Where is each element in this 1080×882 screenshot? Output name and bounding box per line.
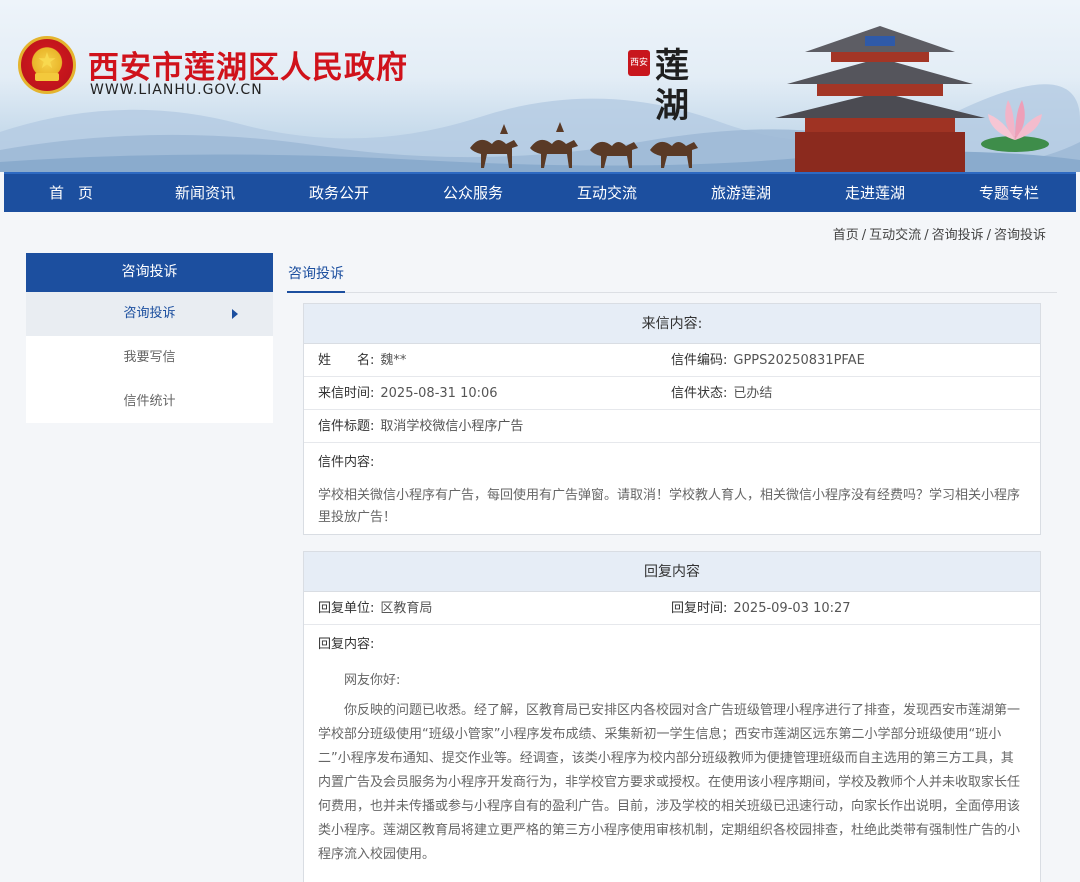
letter-time-label: 来信时间: (318, 386, 375, 401)
reply-content-label: 回复内容: (318, 637, 375, 652)
nav-item-interaction[interactable]: 互动交流 (540, 174, 674, 212)
sidebar-item-label: 咨询投诉 (123, 306, 176, 321)
site-banner: ★ 西安市莲湖区人民政府 WWW.LIANHU.GOV.CN 西安 莲湖 (0, 0, 1080, 172)
status-value: 已办结 (733, 386, 773, 401)
site-url: WWW.LIANHU.GOV.CN (90, 82, 263, 98)
content-tabbar: 咨询投诉 (287, 253, 1057, 293)
nav-item-home[interactable]: 首页 (4, 174, 138, 212)
letter-content-label: 信件内容: (318, 455, 375, 470)
reply-greeting: 网友你好: (344, 673, 401, 688)
national-emblem-icon[interactable]: ★ (18, 36, 76, 94)
reply-heading: 回复内容 (304, 552, 1040, 592)
letter-content-text: 学校相关微信小程序有广告，每回使用有广告弹窗。请取消！学校教人育人，相关微信小程… (318, 488, 1021, 525)
letter-panel: 来信内容: 姓 名: 魏** 信件编码: GPPS20250831PFAE 来信时间… (303, 303, 1041, 535)
reply-unit-value: 区教育局 (380, 601, 433, 616)
subject-label: 信件标题: (318, 419, 375, 434)
letter-row-subject: 信件标题: 取消学校微信小程序广告 (304, 410, 1040, 443)
sidebar-title: 咨询投诉 (26, 253, 273, 292)
letter-row-time: 来信时间: 2025-08-31 10:06 信件状态: 已办结 (304, 377, 1040, 410)
breadcrumb-current: 咨询投诉 (993, 228, 1046, 243)
site-title[interactable]: 西安市莲湖区人民政府 (88, 42, 408, 87)
red-seal-icon: 西安 (628, 50, 650, 76)
nav-item-gov-affairs[interactable]: 政务公开 (272, 174, 406, 212)
status-label: 信件状态: (671, 386, 728, 401)
nav-item-special[interactable]: 专题专栏 (942, 174, 1076, 212)
sidebar-item-label: 信件统计 (123, 394, 176, 409)
letter-row-name: 姓 名: 魏** 信件编码: GPPS20250831PFAE (304, 344, 1040, 377)
reply-panel: 回复内容 回复单位: 区教育局 回复时间: 2025-09-03 10:27 回复内… (303, 551, 1041, 882)
caret-right-icon (232, 309, 238, 319)
sidebar-item-consult[interactable]: 咨询投诉 (26, 292, 273, 336)
reply-time-value: 2025-09-03 10:27 (733, 601, 851, 616)
sidebar: 咨询投诉 咨询投诉 我要写信 信件统计 (26, 253, 273, 423)
sidebar-item-statistics[interactable]: 信件统计 (26, 380, 273, 424)
code-value: GPPS20250831PFAE (733, 353, 865, 368)
reply-row-unit: 回复单位: 区教育局 回复时间: 2025-09-03 10:27 (304, 592, 1040, 625)
name-value: 魏** (380, 353, 407, 368)
main-nav: 首页 新闻资讯 政务公开 公众服务 互动交流 旅游莲湖 走进莲湖 专题专栏 (4, 172, 1076, 212)
reply-body-text: 你反映的问题已收悉。经了解，区教育局已安排区内各校园对含广告班级管理小程序进行了… (318, 703, 1021, 862)
sidebar-item-write-letter[interactable]: 我要写信 (26, 336, 273, 380)
lotus-flower-icon (981, 100, 1049, 152)
letter-heading: 来信内容: (304, 304, 1040, 344)
reply-unit-label: 回复单位: (318, 601, 375, 616)
breadcrumb-home[interactable]: 首页 (833, 228, 859, 243)
name-label: 姓 名: (318, 353, 375, 368)
breadcrumb-consult[interactable]: 咨询投诉 (932, 228, 984, 243)
tab-consult[interactable]: 咨询投诉 (287, 263, 345, 293)
code-label: 信件编码: (671, 353, 728, 368)
breadcrumb: 首页 / 互动交流 / 咨询投诉 / 咨询投诉 (832, 228, 1046, 243)
calligraphy-title: 莲湖 (655, 46, 689, 126)
letter-time-value: 2025-08-31 10:06 (380, 386, 498, 401)
reply-time-label: 回复时间: (671, 601, 728, 616)
subject-value: 取消学校微信小程序广告 (380, 419, 524, 434)
nav-item-public-service[interactable]: 公众服务 (406, 174, 540, 212)
sidebar-item-label: 我要写信 (123, 350, 176, 365)
camel-caravan-icon (470, 122, 698, 168)
nav-item-tourism[interactable]: 旅游莲湖 (674, 174, 808, 212)
breadcrumb-interaction[interactable]: 互动交流 (869, 228, 921, 243)
nav-item-about[interactable]: 走进莲湖 (808, 174, 942, 212)
nav-item-news[interactable]: 新闻资讯 (138, 174, 272, 212)
drum-tower-icon (775, 26, 985, 172)
